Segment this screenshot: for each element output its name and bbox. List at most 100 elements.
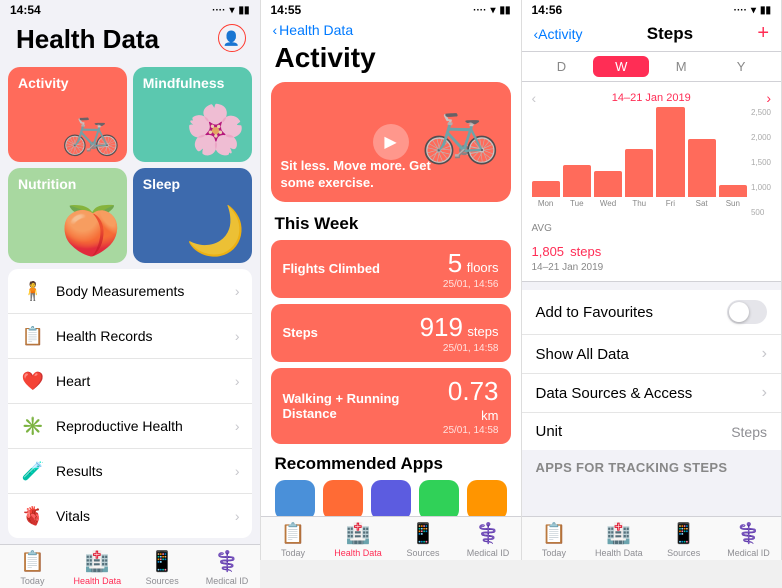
list-item-body[interactable]: 🧍 Body Measurements › bbox=[8, 269, 252, 314]
avg-date: 14–21 Jan 2019 bbox=[532, 262, 772, 273]
rec-app-4[interactable] bbox=[419, 480, 459, 516]
status-bar-2: 14:55 ···· ▾ ▮▮ bbox=[261, 0, 521, 20]
tile-sleep-label: Sleep bbox=[143, 176, 242, 192]
list-item-vitals[interactable]: 🫀 Vitals › bbox=[8, 494, 252, 538]
stat-distance[interactable]: Walking + Running Distance 0.73 km 25/01… bbox=[271, 368, 511, 444]
tab-today-3[interactable]: 📋 Today bbox=[522, 521, 587, 558]
panel-steps: 14:56 ···· ▾ ▮▮ ‹ Activity Steps + D W M… bbox=[522, 0, 782, 560]
list-item-reproductive[interactable]: ✳️ Reproductive Health › bbox=[8, 404, 252, 449]
flights-value-group: 5 floors 25/01, 14:56 bbox=[443, 248, 499, 290]
bar-tue: Tue bbox=[563, 165, 591, 208]
tile-sleep[interactable]: Sleep 🌙 bbox=[133, 168, 252, 263]
health-data-icon-2: 🏥 bbox=[346, 521, 371, 546]
chart-next-icon[interactable]: › bbox=[766, 90, 771, 106]
flights-number: 5 bbox=[448, 248, 462, 278]
bar-wed: Wed bbox=[594, 171, 622, 208]
avg-value-row: 1,805 steps bbox=[532, 236, 772, 262]
y-1500: 1,500 bbox=[751, 158, 771, 167]
tab-sources-1[interactable]: 📱 Sources bbox=[130, 549, 195, 586]
tab-medical-2[interactable]: ⚕️ Medical ID bbox=[456, 521, 521, 558]
steps-unit: steps bbox=[467, 324, 498, 339]
unit-label: Unit bbox=[536, 423, 563, 440]
stat-flights[interactable]: Flights Climbed 5 floors 25/01, 14:56 bbox=[271, 240, 511, 298]
settings-unit[interactable]: Unit Steps bbox=[522, 413, 782, 450]
show-all-label: Show All Data bbox=[536, 346, 629, 363]
body-measurements-icon: 🧍 bbox=[20, 278, 46, 304]
tile-activity[interactable]: Activity 🚲 bbox=[8, 67, 127, 162]
promo-bike-icon: 🚲 bbox=[421, 92, 501, 167]
y-axis-labels: 2,500 2,000 1,500 1,000 500 bbox=[747, 108, 771, 208]
bar-sun-fill bbox=[719, 185, 747, 197]
steps-settings-list: Add to Favourites Show All Data › Data S… bbox=[522, 290, 782, 450]
reproductive-label: Reproductive Health bbox=[56, 418, 235, 434]
today-label-3: Today bbox=[542, 548, 566, 558]
rec-app-2[interactable] bbox=[323, 480, 363, 516]
battery-icon-3: ▮▮ bbox=[760, 5, 771, 16]
chart-prev-icon[interactable]: ‹ bbox=[532, 90, 537, 106]
rec-app-5[interactable] bbox=[467, 480, 507, 516]
steps-back-button[interactable]: ‹ Activity bbox=[534, 26, 583, 42]
tab-today-1[interactable]: 📋 Today bbox=[0, 549, 65, 586]
chevron-sources: › bbox=[762, 384, 767, 402]
settings-favourites[interactable]: Add to Favourites bbox=[522, 290, 782, 335]
rec-app-3[interactable] bbox=[371, 480, 411, 516]
chart-date: 14–21 Jan 2019 bbox=[612, 92, 691, 104]
tab-medical-1[interactable]: ⚕️ Medical ID bbox=[195, 549, 260, 586]
y-2500: 2,500 bbox=[751, 108, 771, 117]
tab-health-data-2[interactable]: 🏥 Health Data bbox=[326, 521, 391, 558]
tile-mindfulness[interactable]: Mindfulness 🌸 bbox=[133, 67, 252, 162]
stat-steps[interactable]: Steps 919 steps 25/01, 14:58 bbox=[271, 304, 511, 362]
y-500: 500 bbox=[751, 208, 771, 217]
sources-label-1: Sources bbox=[146, 576, 179, 586]
distance-date: 25/01, 14:58 bbox=[435, 425, 498, 436]
period-btn-y[interactable]: Y bbox=[713, 56, 769, 77]
list-item-heart[interactable]: ❤️ Heart › bbox=[8, 359, 252, 404]
bar-mon-fill bbox=[532, 181, 560, 197]
bar-label-tue: Tue bbox=[570, 199, 584, 208]
steps-nav-bar: ‹ Activity Steps + bbox=[522, 20, 782, 52]
tab-health-data-1[interactable]: 🏥 Health Data bbox=[65, 549, 130, 586]
flights-label: Flights Climbed bbox=[283, 261, 381, 276]
period-selector: D W M Y bbox=[522, 52, 782, 82]
nav-back-button-2[interactable]: ‹ Health Data bbox=[261, 20, 521, 42]
sources-icon-1: 📱 bbox=[150, 549, 175, 574]
list-item-results[interactable]: 🧪 Results › bbox=[8, 449, 252, 494]
health-records-icon: 📋 bbox=[20, 323, 46, 349]
apps-tracking-label: Apps for Tracking Steps bbox=[522, 450, 782, 479]
add-steps-button[interactable]: + bbox=[757, 22, 769, 45]
chevron-icon-reproductive: › bbox=[235, 418, 240, 434]
rec-apps-title: Recommended Apps bbox=[261, 450, 521, 480]
avg-unit: steps bbox=[570, 244, 601, 259]
steps-back-label: Activity bbox=[538, 26, 582, 42]
sources-icon-2: 📱 bbox=[411, 521, 436, 546]
chart-stats-area: AVG 1,805 steps 14–21 Jan 2019 bbox=[522, 214, 782, 282]
rec-app-1[interactable] bbox=[275, 480, 315, 516]
today-icon-3: 📋 bbox=[541, 521, 566, 546]
today-icon-2: 📋 bbox=[281, 521, 306, 546]
bar-label-thu: Thu bbox=[632, 199, 646, 208]
activity-promo-card[interactable]: Sit less. Move more. Getsome exercise. ▶… bbox=[271, 82, 511, 202]
play-button[interactable]: ▶ bbox=[373, 124, 409, 160]
settings-show-all[interactable]: Show All Data › bbox=[522, 335, 782, 374]
list-item-health-records[interactable]: 📋 Health Records › bbox=[8, 314, 252, 359]
settings-data-sources[interactable]: Data Sources & Access › bbox=[522, 374, 782, 413]
medical-label-2: Medical ID bbox=[467, 548, 510, 558]
tab-sources-2[interactable]: 📱 Sources bbox=[391, 521, 456, 558]
distance-value-group: 0.73 km 25/01, 14:58 bbox=[435, 376, 498, 436]
favourites-toggle[interactable] bbox=[727, 300, 767, 324]
health-header: Health Data 👤 bbox=[0, 20, 260, 63]
tab-health-data-3[interactable]: 🏥 Health Data bbox=[586, 521, 651, 558]
period-btn-m[interactable]: M bbox=[653, 56, 709, 77]
tab-medical-3[interactable]: ⚕️ Medical ID bbox=[716, 521, 781, 558]
flights-value: 5 floors bbox=[443, 248, 499, 279]
user-profile-icon[interactable]: 👤 bbox=[218, 24, 246, 52]
steps-title: Steps bbox=[647, 24, 693, 44]
time-2: 14:55 bbox=[271, 3, 302, 17]
tab-today-2[interactable]: 📋 Today bbox=[261, 521, 326, 558]
tile-nutrition[interactable]: Nutrition 🍑 bbox=[8, 168, 127, 263]
tab-sources-3[interactable]: 📱 Sources bbox=[651, 521, 716, 558]
period-btn-d[interactable]: D bbox=[534, 56, 590, 77]
favourites-label: Add to Favourites bbox=[536, 304, 654, 321]
bar-sun: Sun bbox=[719, 185, 747, 208]
period-btn-w[interactable]: W bbox=[593, 56, 649, 77]
